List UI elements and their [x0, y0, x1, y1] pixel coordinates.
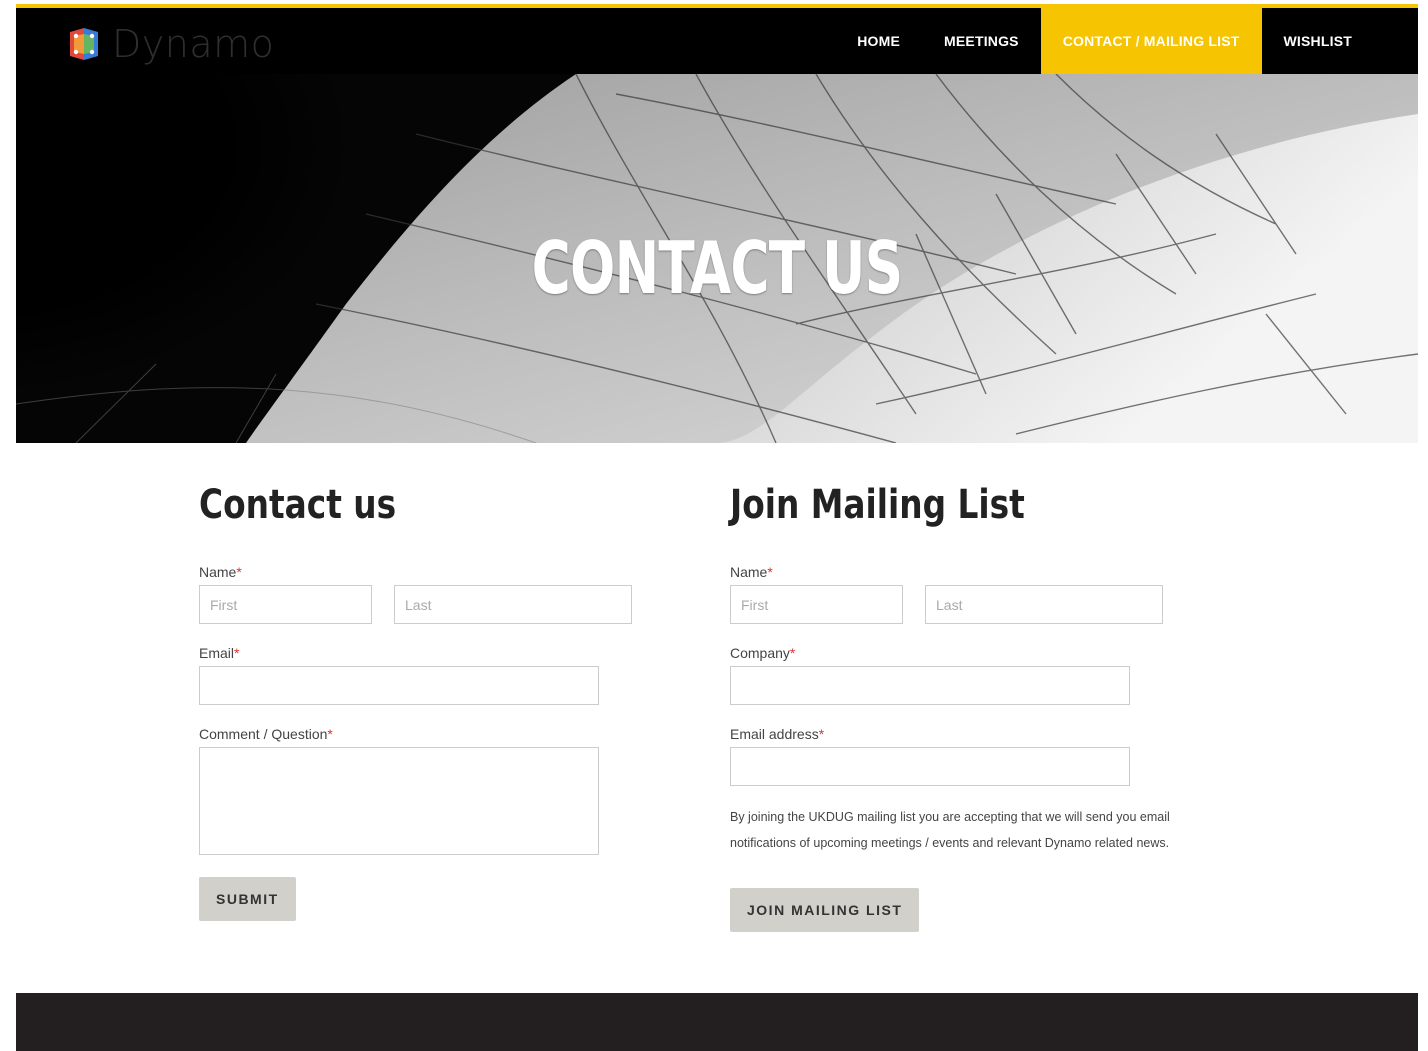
contact-email-input[interactable]: [199, 666, 599, 705]
brand-name: Dynamo: [112, 22, 275, 66]
mailing-email-input[interactable]: [730, 747, 1130, 786]
hero-banner: CONTACT US: [16, 74, 1418, 443]
join-mailing-list-button[interactable]: JOIN MAILING LIST: [730, 888, 920, 932]
required-marker: *: [767, 564, 773, 580]
mailing-email-group: Email address*: [730, 726, 1130, 786]
contact-email-label: Email*: [199, 645, 599, 661]
mailing-list-form: Join Mailing List Name* First Last Compa…: [730, 482, 1230, 932]
navbar: Dynamo HOME MEETINGS CONTACT / MAILING L…: [16, 8, 1418, 74]
contact-email-label-text: Email: [199, 645, 235, 661]
mailing-name-label-text: Name: [730, 564, 768, 580]
required-marker: *: [789, 645, 796, 661]
page: Dynamo HOME MEETINGS CONTACT / MAILING L…: [0, 0, 1428, 1051]
submit-button[interactable]: SUBMIT: [199, 877, 296, 921]
mailing-company-group: Company*: [730, 645, 1130, 705]
placeholder: Last: [405, 596, 432, 613]
contact-name-group: Name* First Last: [199, 564, 639, 624]
mailing-form-title: Join Mailing List: [730, 482, 1025, 528]
logo[interactable]: Dynamo: [66, 22, 274, 66]
mailing-name-group: Name* First Last: [730, 564, 1170, 624]
contact-last-name-input[interactable]: Last: [394, 585, 632, 624]
mailing-name-label: Name*: [730, 564, 1170, 580]
contact-name-label: Name*: [199, 564, 639, 580]
contact-comment-textarea[interactable]: [199, 747, 599, 855]
mailing-company-label-text: Company: [730, 645, 790, 661]
mailing-email-label-text: Email address: [730, 726, 819, 742]
required-marker: *: [818, 726, 825, 742]
hero-title: CONTACT US: [531, 226, 903, 310]
mailing-company-input[interactable]: [730, 666, 1130, 705]
contact-comment-group: Comment / Question*: [199, 726, 599, 855]
nav-item-meetings[interactable]: MEETINGS: [922, 8, 1041, 74]
mailing-consent-note: By joining the UKDUG mailing list you ar…: [730, 810, 1170, 850]
contact-comment-label-text: Comment / Question: [199, 726, 328, 742]
footer: [16, 993, 1418, 1051]
mailing-last-name-input[interactable]: Last: [925, 585, 1163, 624]
placeholder: Last: [936, 596, 963, 613]
nav-item-contact[interactable]: CONTACT / MAILING LIST: [1040, 8, 1262, 74]
mailing-company-label: Company*: [730, 645, 1130, 661]
required-marker: *: [234, 645, 240, 661]
contact-email-group: Email*: [199, 645, 599, 705]
dynamo-logo-icon: [70, 28, 98, 60]
contact-form: Contact us Name* First Last Email* Comme…: [199, 482, 639, 921]
contact-name-label-text: Name: [199, 564, 237, 580]
contact-form-title: Contact us: [199, 482, 397, 528]
contact-comment-label: Comment / Question*: [199, 726, 599, 742]
nav-item-home[interactable]: HOME: [835, 8, 922, 74]
nav-item-wishlist[interactable]: WISHLIST: [1262, 8, 1418, 74]
placeholder: First: [210, 596, 238, 613]
contact-name-row: First Last: [199, 585, 639, 624]
required-marker: *: [327, 726, 333, 742]
main-nav: HOME MEETINGS CONTACT / MAILING LIST WIS…: [835, 8, 1418, 74]
placeholder: First: [741, 596, 769, 613]
mailing-name-row: First Last: [730, 585, 1170, 624]
contact-first-name-input[interactable]: First: [199, 585, 372, 624]
mailing-first-name-input[interactable]: First: [730, 585, 903, 624]
required-marker: *: [236, 564, 242, 580]
mailing-email-label: Email address*: [730, 726, 1130, 742]
